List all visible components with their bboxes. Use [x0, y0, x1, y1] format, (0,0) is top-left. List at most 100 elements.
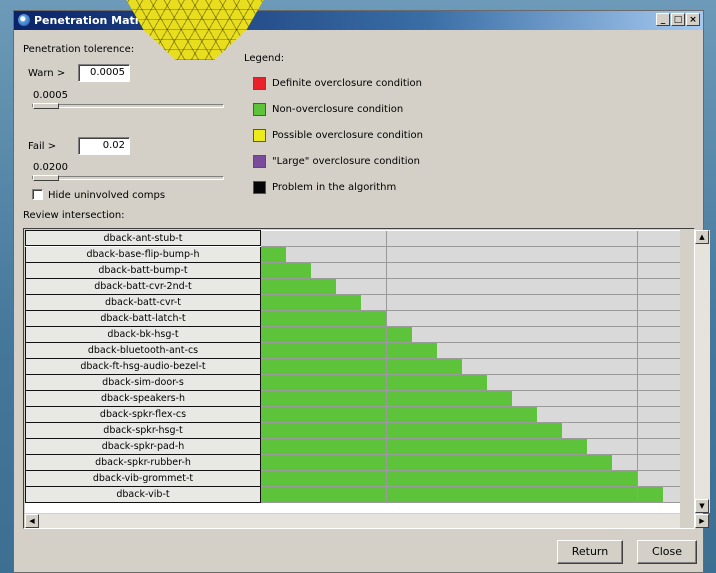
horizontal-scrollbar[interactable]: ◀ [25, 514, 680, 528]
matrix-cell[interactable] [361, 487, 388, 503]
matrix-cell[interactable] [336, 343, 363, 359]
matrix-cell[interactable] [386, 263, 413, 279]
fail-input[interactable]: 0.02 [78, 137, 130, 155]
matrix-cell[interactable] [486, 487, 513, 503]
component-row-header[interactable]: dback-bluetooth-ant-cs [25, 343, 261, 359]
matrix-cell[interactable] [311, 391, 338, 407]
component-row-header[interactable]: dback-spkr-rubber-h [25, 455, 261, 471]
matrix-cell[interactable] [587, 247, 614, 263]
matrix-cell[interactable] [286, 343, 313, 359]
matrix-cell[interactable] [587, 487, 614, 503]
matrix-cell[interactable] [261, 407, 287, 423]
matrix-cell[interactable] [537, 263, 564, 279]
matrix-cell[interactable] [637, 263, 664, 279]
matrix-cell[interactable] [587, 391, 614, 407]
matrix-cell[interactable] [386, 423, 413, 439]
matrix-cell[interactable] [261, 311, 287, 327]
matrix-cell[interactable] [486, 263, 513, 279]
scroll-left-icon[interactable]: ◀ [25, 514, 39, 528]
matrix-cell[interactable] [537, 279, 564, 295]
matrix-cell[interactable] [311, 407, 338, 423]
matrix-cell[interactable] [361, 407, 388, 423]
matrix-cell[interactable] [336, 455, 363, 471]
component-row-header[interactable]: dback-spkr-pad-h [25, 439, 261, 455]
matrix-cell[interactable] [311, 455, 338, 471]
matrix-cell[interactable] [411, 359, 438, 375]
matrix-cell[interactable] [436, 263, 463, 279]
matrix-cell[interactable] [436, 327, 463, 343]
matrix-cell[interactable] [512, 247, 538, 263]
return-button[interactable]: Return [557, 540, 623, 564]
component-row-header[interactable]: dback-batt-latch-t [25, 311, 261, 327]
matrix-cell[interactable] [612, 391, 639, 407]
matrix-cell[interactable] [461, 311, 488, 327]
matrix-cell[interactable] [662, 263, 680, 279]
matrix-cell[interactable] [512, 263, 538, 279]
matrix-grid[interactable]: dback-ant-stub-t dback-base-flip-bump-h db… [25, 230, 680, 513]
matrix-cell[interactable] [562, 423, 589, 439]
matrix-cell[interactable] [411, 327, 438, 343]
matrix-cell[interactable] [512, 455, 538, 471]
matrix-cell[interactable] [461, 295, 488, 311]
matrix-cell[interactable] [537, 423, 564, 439]
matrix-cell[interactable] [537, 487, 564, 503]
matrix-cell[interactable] [411, 487, 438, 503]
matrix-cell[interactable] [461, 375, 488, 391]
matrix-cell[interactable] [286, 455, 313, 471]
matrix-cell[interactable] [612, 295, 639, 311]
matrix-cell[interactable] [512, 391, 538, 407]
matrix-cell[interactable] [662, 391, 680, 407]
matrix-cell[interactable] [562, 279, 589, 295]
matrix-cell[interactable] [261, 439, 287, 455]
matrix-cell[interactable] [537, 391, 564, 407]
matrix-cell[interactable] [361, 279, 388, 295]
matrix-cell[interactable] [386, 407, 413, 423]
component-row-header[interactable]: dback-base-flip-bump-h [25, 247, 261, 263]
matrix-cell[interactable] [587, 327, 614, 343]
matrix-cell[interactable] [386, 279, 413, 295]
scroll-down-icon[interactable]: ▼ [695, 499, 709, 513]
close-button[interactable]: Close [637, 540, 697, 564]
scroll-up-icon[interactable]: ▲ [695, 230, 709, 244]
matrix-cell[interactable] [486, 247, 513, 263]
matrix-cell[interactable] [461, 391, 488, 407]
matrix-cell[interactable] [261, 279, 287, 295]
component-row-header[interactable]: dback-ft-hsg-audio-bezel-t [25, 359, 261, 375]
matrix-cell[interactable] [361, 439, 388, 455]
matrix-cell[interactable] [461, 487, 488, 503]
matrix-cell[interactable] [261, 391, 287, 407]
matrix-cell[interactable] [612, 359, 639, 375]
matrix-cell[interactable] [411, 263, 438, 279]
matrix-cell[interactable] [336, 471, 363, 487]
matrix-cell[interactable] [637, 407, 664, 423]
matrix-cell[interactable] [411, 439, 438, 455]
matrix-cell[interactable] [286, 279, 313, 295]
matrix-cell[interactable] [361, 375, 388, 391]
matrix-cell[interactable] [436, 407, 463, 423]
matrix-cell[interactable] [637, 343, 664, 359]
matrix-cell[interactable] [612, 263, 639, 279]
matrix-cell[interactable] [612, 311, 639, 327]
matrix-cell[interactable] [537, 359, 564, 375]
matrix-cell[interactable] [512, 407, 538, 423]
matrix-cell[interactable] [562, 343, 589, 359]
matrix-cell[interactable] [311, 247, 338, 263]
matrix-cell[interactable] [562, 295, 589, 311]
matrix-cell[interactable] [612, 439, 639, 455]
matrix-cell[interactable] [436, 391, 463, 407]
matrix-cell[interactable] [386, 295, 413, 311]
matrix-cell[interactable] [436, 423, 463, 439]
matrix-cell[interactable] [587, 439, 614, 455]
matrix-cell[interactable] [311, 279, 338, 295]
matrix-cell[interactable] [311, 263, 338, 279]
matrix-cell[interactable] [662, 423, 680, 439]
matrix-cell[interactable] [486, 295, 513, 311]
matrix-cell[interactable] [587, 343, 614, 359]
matrix-cell[interactable] [587, 263, 614, 279]
matrix-cell[interactable] [562, 455, 589, 471]
matrix-cell[interactable] [336, 487, 363, 503]
matrix-cell[interactable] [587, 279, 614, 295]
matrix-cell[interactable] [662, 455, 680, 471]
matrix-cell[interactable] [336, 391, 363, 407]
matrix-cell[interactable] [436, 343, 463, 359]
